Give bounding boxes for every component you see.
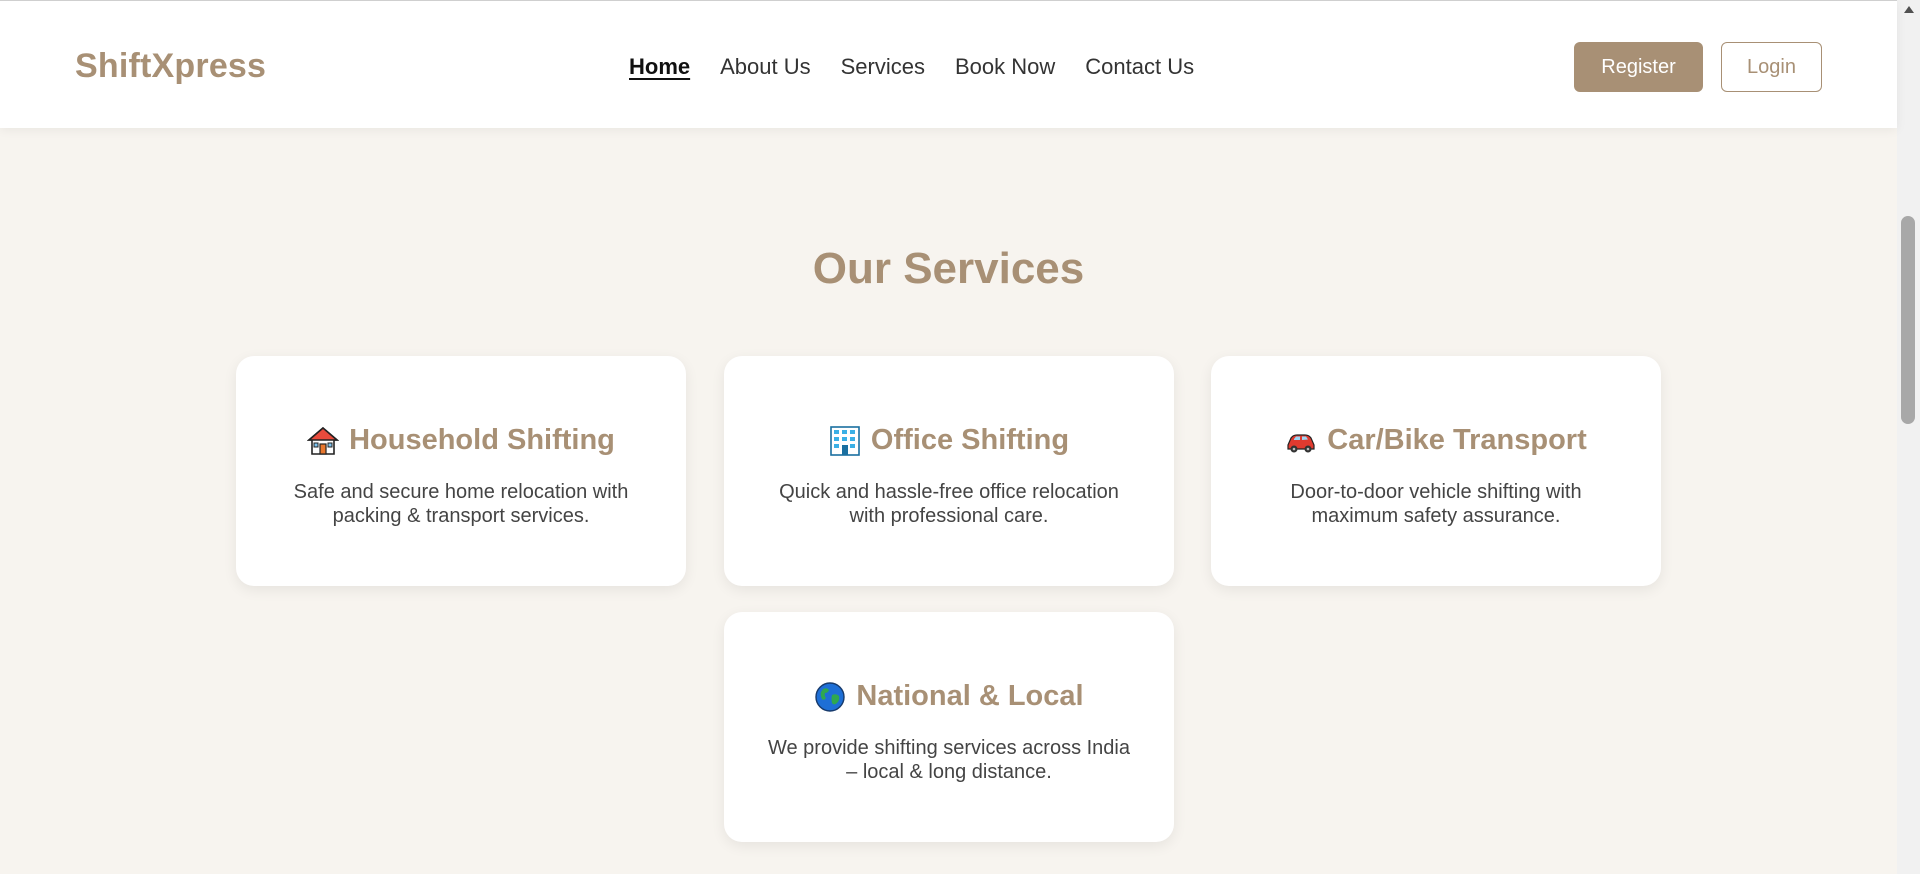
logo[interactable]: ShiftXpress bbox=[75, 47, 266, 86]
section-title: Our Services bbox=[812, 244, 1085, 293]
scrollbar-thumb[interactable] bbox=[1901, 216, 1915, 424]
card-title: Household Shifting bbox=[349, 424, 615, 456]
car-icon bbox=[1287, 433, 1315, 452]
card-description: We provide shifting services across Indi… bbox=[767, 737, 1130, 783]
scroll-up-arrow-icon[interactable] bbox=[1897, 0, 1920, 18]
site-header: ShiftXpress Home About Us Services Book … bbox=[0, 0, 1897, 128]
main-nav: Home About Us Services Book Now Contact … bbox=[629, 53, 1224, 81]
register-button[interactable]: Register bbox=[1574, 42, 1703, 92]
globe-icon bbox=[815, 681, 846, 712]
service-card-office: Office Shifting Quick and hassle-free of… bbox=[724, 356, 1174, 586]
service-card-national-local: National & Local We provide shifting ser… bbox=[724, 612, 1174, 842]
card-description: Safe and secure home relocation with pac… bbox=[293, 481, 629, 527]
card-title: National & Local bbox=[856, 680, 1084, 712]
nav-about-us[interactable]: About Us bbox=[720, 53, 811, 81]
nav-book-now[interactable]: Book Now bbox=[955, 53, 1055, 81]
card-title: Car/Bike Transport bbox=[1327, 424, 1587, 456]
office-building-icon bbox=[830, 425, 860, 456]
vertical-scrollbar[interactable] bbox=[1897, 0, 1920, 874]
page: ShiftXpress Home About Us Services Book … bbox=[0, 0, 1920, 874]
nav-home[interactable]: Home bbox=[629, 53, 690, 81]
nav-contact-us[interactable]: Contact Us bbox=[1085, 53, 1194, 81]
service-card-vehicle: Car/Bike Transport Door-to-door vehicle … bbox=[1211, 356, 1661, 586]
card-description: Quick and hassle-free office relocation … bbox=[779, 481, 1119, 527]
card-description: Door-to-door vehicle shifting with maxim… bbox=[1290, 481, 1582, 527]
house-icon bbox=[307, 426, 340, 455]
card-title: Office Shifting bbox=[870, 424, 1070, 456]
service-card-household: Household Shifting Safe and secure home … bbox=[236, 356, 686, 586]
nav-services[interactable]: Services bbox=[841, 53, 925, 81]
login-button[interactable]: Login bbox=[1721, 42, 1822, 92]
